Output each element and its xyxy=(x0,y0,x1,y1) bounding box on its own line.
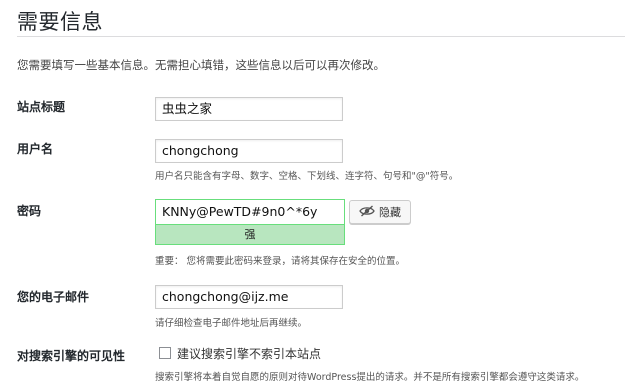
username-hint: 用户名只能含有字母、数字、空格、下划线、连字符、句号和"@"符号。 xyxy=(155,171,459,182)
email-hint: 请仔细检查电子邮件地址后再继续。 xyxy=(155,318,308,329)
username-input[interactable]: chongchong xyxy=(155,139,343,163)
search-visibility-hint: 搜索引擎将本着自觉自愿的原则对待WordPress提出的请求。并不是所有搜索引擎… xyxy=(155,372,585,383)
site-title-input[interactable]: 虫虫之家 xyxy=(155,97,343,121)
email-label: 您的电子邮件 xyxy=(17,290,90,304)
setup-form: 需要信息 您需要填写一些基本信息。无需担心填错，这些信息以后可以再次修改。 站点… xyxy=(0,0,640,388)
search-visibility-label: 对搜索引擎的可见性 xyxy=(17,349,126,363)
title-divider xyxy=(17,36,625,37)
password-input[interactable]: KNNy@PewTD#9n0^*6y xyxy=(155,199,345,225)
noindex-checkbox-label[interactable]: 建议搜索引擎不索引本站点 xyxy=(177,345,321,362)
password-hint: 重要： 您将需要此密码来登录，请将其保存在安全的位置。 xyxy=(155,256,406,267)
site-title-label: 站点标题 xyxy=(17,100,66,114)
page-title: 需要信息 xyxy=(17,10,103,34)
noindex-checkbox[interactable] xyxy=(159,347,171,359)
password-strength-meter: 强 xyxy=(155,225,345,245)
email-input[interactable]: chongchong@ijz.me xyxy=(155,285,343,309)
hide-password-label: 隐藏 xyxy=(379,206,401,219)
password-label: 密码 xyxy=(17,204,42,218)
hide-password-button[interactable]: 隐藏 xyxy=(349,200,411,224)
intro-text: 您需要填写一些基本信息。无需担心填错，这些信息以后可以再次修改。 xyxy=(17,58,385,72)
username-label: 用户名 xyxy=(17,142,54,156)
eye-slash-icon xyxy=(359,204,375,220)
